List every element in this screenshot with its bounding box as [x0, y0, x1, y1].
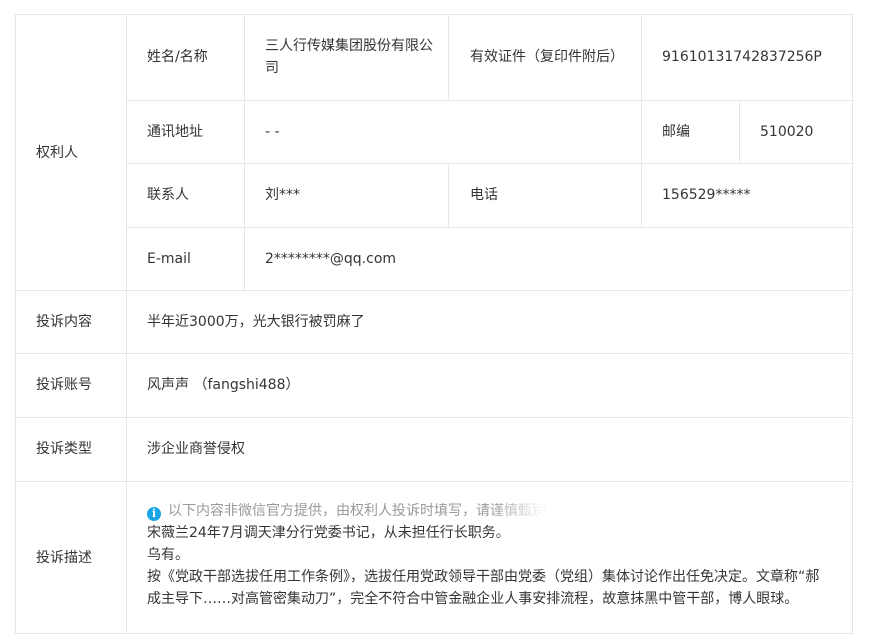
account-value: 风声声 （fangshi488） [147, 377, 300, 393]
name-label: 姓名/名称 [147, 49, 208, 65]
col-divider [739, 100, 740, 164]
col-divider [448, 14, 449, 101]
col-divider [126, 14, 127, 634]
contact-value: 刘*** [265, 187, 300, 203]
account-label: 投诉账号 [36, 377, 92, 393]
col-divider [641, 14, 642, 228]
email-label: E-mail [147, 250, 191, 267]
email-value: 2********@qq.com [265, 250, 397, 267]
row-divider [15, 481, 853, 482]
contact-label: 联系人 [147, 187, 189, 203]
description-label: 投诉描述 [36, 549, 92, 566]
description-line: 按《党政干部选拔任用工作条例》，选拔任用党政领导干部由党委（党组）集体讨论作出任… [147, 569, 820, 585]
address-value: - - [265, 123, 280, 140]
id-label: 有效证件（复印件附后） [470, 49, 624, 65]
content-value: 半年近3000万，光大银行被罚麻了 [147, 313, 365, 330]
name-value: 三人行传媒集团股份有限公司 [265, 38, 433, 76]
col-divider [244, 14, 245, 291]
text-fade-overlay [490, 500, 700, 548]
postcode-value: 510020 [760, 123, 814, 140]
address-label: 通讯地址 [147, 123, 203, 140]
info-icon: i [147, 507, 161, 521]
id-value: 91610131742837256P [662, 49, 822, 65]
rights-holder-label: 权利人 [36, 144, 78, 161]
type-label: 投诉类型 [36, 441, 92, 457]
phone-label: 电话 [470, 187, 498, 203]
content-label: 投诉内容 [36, 313, 92, 330]
type-value: 涉企业商誉侵权 [147, 441, 245, 457]
description-line: 成主导下……对高管密集动刀”，完全不符合中管金融企业人事安排流程，故意抹黑中管干… [147, 591, 799, 607]
phone-value: 156529***** [662, 187, 751, 203]
postcode-label: 邮编 [662, 123, 690, 140]
col-divider [448, 163, 449, 228]
